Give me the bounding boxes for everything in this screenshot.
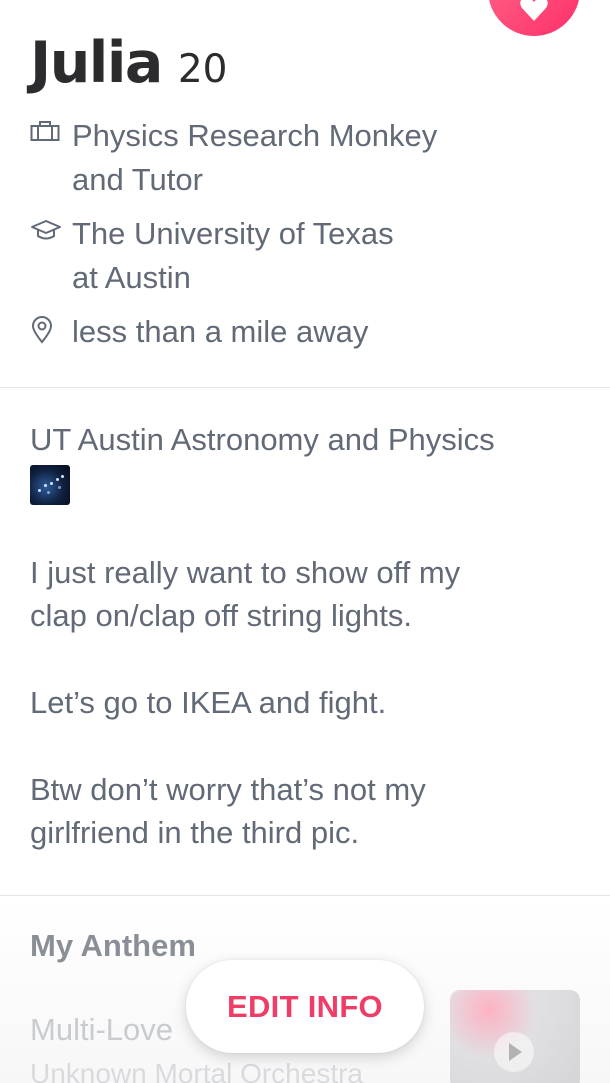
distance-text: less than a mile away: [72, 314, 369, 349]
school-info: The University of Texas at Austin: [30, 212, 590, 310]
bio-paragraph: Let’s go to IKEA and fight.: [30, 681, 590, 724]
bio-section: UT Austin Astronomy and Physics I just r…: [30, 418, 590, 854]
job-line: and Tutor: [72, 162, 203, 197]
bio-line: I just really want to show off my: [30, 555, 461, 590]
bio-line: Let’s go to IKEA and fight.: [30, 685, 387, 720]
song-title: Multi-Love: [30, 1012, 173, 1047]
album-art[interactable]: [450, 990, 580, 1083]
graduation-cap-icon: [30, 212, 72, 242]
bio-line: girlfriend in the third pic.: [30, 815, 360, 850]
bio-paragraph: I just really want to show off my clap o…: [30, 551, 590, 637]
profile-info-list: Physics Research Monkey and Tutor The Un…: [30, 114, 590, 360]
profile-age: 20: [177, 47, 228, 92]
section-divider: [0, 895, 610, 896]
heart-icon: [520, 0, 548, 21]
anthem-title: My Anthem: [30, 928, 196, 963]
profile-name: Julia: [30, 30, 163, 96]
bio-paragraph: Btw don’t worry that’s not my girlfriend…: [30, 768, 590, 854]
school-line: The University of Texas: [72, 216, 394, 251]
play-icon[interactable]: [494, 1032, 534, 1072]
profile-screen: Julia 20 Physics Research Monkey and Tut…: [0, 0, 610, 1083]
job-text: Physics Research Monkey and Tutor: [72, 114, 437, 202]
job-line: Physics Research Monkey: [72, 118, 438, 153]
song-artist: Unknown Mortal Orchestra: [30, 1058, 364, 1083]
school-line: at Austin: [72, 260, 191, 295]
location-pin-icon: [30, 310, 72, 344]
profile-header: Julia 20: [30, 30, 580, 102]
briefcase-icon: [30, 114, 72, 144]
bio-line: clap on/clap off string lights.: [30, 598, 412, 633]
bio-headline: UT Austin Astronomy and Physics: [30, 422, 495, 457]
distance-info: less than a mile away: [30, 310, 590, 360]
name-row: Julia 20: [30, 30, 580, 102]
job-info: Physics Research Monkey and Tutor: [30, 114, 590, 212]
milky-way-emoji: [30, 465, 70, 505]
edit-info-button[interactable]: EDIT INFO: [186, 960, 424, 1053]
bio-line: Btw don’t worry that’s not my: [30, 772, 426, 807]
section-divider: [0, 387, 610, 388]
school-text: The University of Texas at Austin: [72, 212, 394, 300]
